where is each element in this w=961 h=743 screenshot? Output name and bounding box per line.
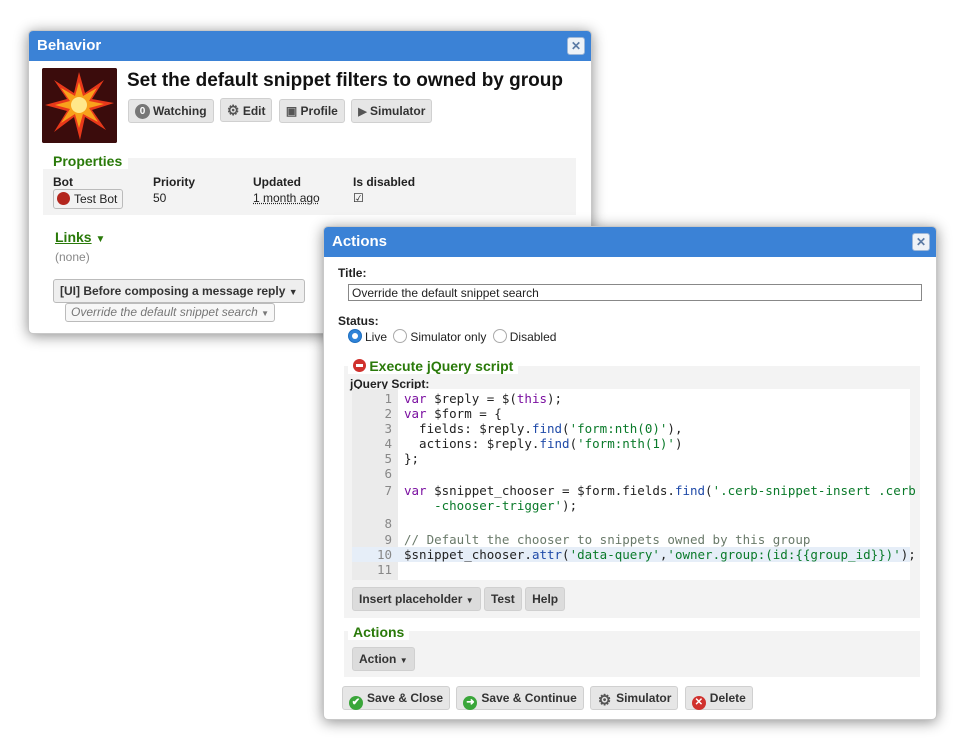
save-continue-label: Save & Continue [481, 691, 577, 705]
disabled-label: Is disabled [353, 175, 416, 189]
gear-icon: ⚙ [226, 102, 240, 118]
profile-button[interactable]: ▣ Profile [278, 99, 345, 123]
actions-fieldset [344, 631, 920, 677]
delete-button[interactable]: ✕ Delete [684, 686, 753, 710]
code-line-active: 10 $snippet_chooser.attr('data-query','ow… [352, 547, 916, 562]
priority-value: 50 [153, 191, 167, 205]
save-continue-button[interactable]: ➜ Save & Continue [456, 686, 584, 710]
caret-down-icon: ▼ [399, 656, 408, 665]
status-disabled-label: Disabled [509, 330, 557, 344]
code-line: 7 var $snippet_chooser = $form.fields.fin… [384, 483, 916, 498]
remove-action-icon[interactable] [353, 359, 366, 372]
node-button[interactable]: Override the default snippet search ▼ [65, 303, 276, 322]
profile-label: Profile [300, 104, 338, 118]
title-input[interactable]: Override the default snippet search [348, 284, 922, 301]
status-radio-group: Live Simulator only Disabled [348, 329, 556, 344]
code-line: 3 fields: $reply.find('form:nth(0)'), [384, 421, 683, 436]
node-label: Override the default snippet search [71, 305, 258, 319]
simulator-footer-button[interactable]: ⚙ Simulator [590, 686, 679, 710]
code-editor[interactable]: 1 var $reply = $(this); 2 var $form = { 3 … [352, 389, 916, 580]
caret-down-icon: ▼ [261, 309, 270, 318]
watching-label: Watching [153, 104, 207, 118]
play-icon: ▶ [358, 106, 367, 118]
execute-jquery-legend: Execute jQuery script [348, 358, 519, 374]
insert-placeholder-button[interactable]: Insert placeholder ▼ [352, 587, 481, 611]
check-icon: ✔ [349, 696, 363, 710]
code-line: 5}; [384, 451, 420, 466]
behavior-titlebar[interactable]: Behavior ✕ [29, 31, 591, 61]
event-label: [UI] Before composing a message reply [60, 284, 286, 298]
insert-placeholder-label: Insert placeholder [359, 592, 463, 606]
arrow-right-icon: ➜ [463, 696, 478, 710]
code-line: 6 [384, 466, 392, 481]
watcher-count-badge: 0 [135, 104, 150, 119]
links-value: (none) [55, 250, 90, 264]
action-button[interactable]: Action ▼ [352, 647, 415, 671]
bot-label: Bot [53, 175, 73, 189]
status-disabled-radio[interactable]: Disabled [492, 329, 557, 344]
caret-down-icon: ▼ [288, 287, 298, 297]
status-simulator-radio[interactable]: Simulator only [393, 329, 487, 344]
actions-legend: Actions [348, 624, 410, 640]
code-line: 11 [376, 562, 392, 577]
caret-down-icon: ▼ [465, 596, 474, 605]
status-label: Status: [338, 314, 379, 328]
edit-button[interactable]: ⚙ Edit [219, 98, 273, 122]
caret-down-icon: ▼ [95, 234, 106, 245]
close-icon[interactable]: ✕ [567, 37, 585, 55]
updated-label: Updated [253, 175, 301, 189]
watching-button[interactable]: 0 Watching [128, 99, 214, 123]
links-label: Links [55, 229, 92, 245]
code-line: 4 actions: $reply.find('form:nth(1)') [384, 436, 683, 451]
behavior-window-title: Behavior [37, 37, 102, 54]
edit-label: Edit [242, 104, 266, 118]
bot-avatar [57, 192, 70, 205]
code-line: 8 [384, 516, 392, 531]
help-button[interactable]: Help [525, 587, 566, 611]
links-toggle[interactable]: Links ▼ [55, 229, 105, 245]
simulator-button[interactable]: ▶ Simulator [351, 99, 433, 123]
code-line: -chooser-trigger'); [404, 498, 578, 513]
priority-label: Priority [153, 175, 196, 189]
disabled-checkbox-icon: ☑ [353, 191, 364, 205]
dialog-footer: ✔ Save & Close ➜ Save & Continue ⚙ Simulato… [342, 686, 756, 710]
status-live-radio[interactable]: Live [348, 329, 388, 344]
script-toolbar: Insert placeholder ▼ Test Help [352, 587, 566, 611]
code-line: 1 var $reply = $(this); [384, 391, 563, 406]
bot-chip[interactable]: Test Bot [53, 189, 124, 209]
actions-dialog: Actions ✕ Title: Override the default sn… [323, 226, 937, 720]
bot-name: Test Bot [74, 192, 118, 206]
close-icon[interactable]: ✕ [912, 233, 930, 251]
title-label: Title: [338, 266, 367, 280]
code-line: 9// Default the chooser to snippets owne… [384, 532, 811, 547]
behavior-logo-image [42, 68, 117, 143]
status-simulator-label: Simulator only [410, 330, 487, 344]
simulator-footer-label: Simulator [616, 691, 672, 705]
behavior-toolbar: 0 Watching ⚙ Edit ▣ Profile ▶ Simulator [128, 98, 435, 123]
execute-jquery-title: Execute jQuery script [369, 358, 514, 374]
save-close-button[interactable]: ✔ Save & Close [342, 686, 451, 710]
actions-titlebar[interactable]: Actions ✕ [324, 227, 936, 257]
delete-label: Delete [709, 691, 746, 705]
code-line: 2 var $form = { [384, 406, 502, 421]
status-live-label: Live [365, 330, 388, 344]
event-button[interactable]: [UI] Before composing a message reply ▼ [53, 279, 305, 303]
profile-card-icon: ▣ [285, 104, 298, 118]
action-button-label: Action [359, 652, 397, 666]
updated-value: 1 month ago [253, 191, 320, 205]
gear-icon: ⚙ [597, 692, 612, 709]
behavior-title: Set the default snippet filters to owned… [127, 70, 563, 91]
save-close-label: Save & Close [367, 691, 444, 705]
simulator-label: Simulator [370, 104, 426, 118]
delete-icon: ✕ [691, 696, 706, 710]
properties-legend: Properties [43, 153, 129, 169]
actions-window-title: Actions [332, 233, 388, 250]
test-button[interactable]: Test [483, 587, 522, 611]
